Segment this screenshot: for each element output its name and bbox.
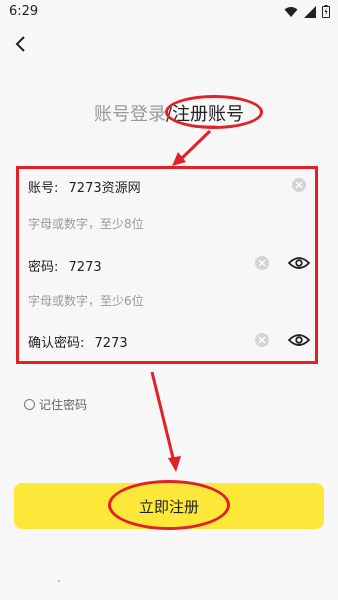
status-time: 6:29 [9, 4, 39, 19]
remember-radio[interactable] [24, 399, 35, 410]
battery-icon [322, 5, 330, 18]
status-bar: 6:29 [0, 0, 338, 26]
back-button[interactable] [8, 31, 32, 57]
tab-login[interactable]: 账号登录 [94, 104, 166, 125]
wifi-icon [284, 6, 298, 17]
decorative-dot [58, 580, 60, 582]
chevron-left-icon [15, 36, 25, 52]
annotation-highlight-box [16, 166, 318, 364]
remember-label: 记住密码 [39, 398, 88, 412]
status-icons [284, 5, 330, 18]
signal-icon [304, 5, 316, 18]
remember-password[interactable]: 记住密码 [24, 396, 87, 413]
annotation-ellipse-button [108, 480, 230, 530]
annotation-ellipse-tab [165, 95, 263, 129]
